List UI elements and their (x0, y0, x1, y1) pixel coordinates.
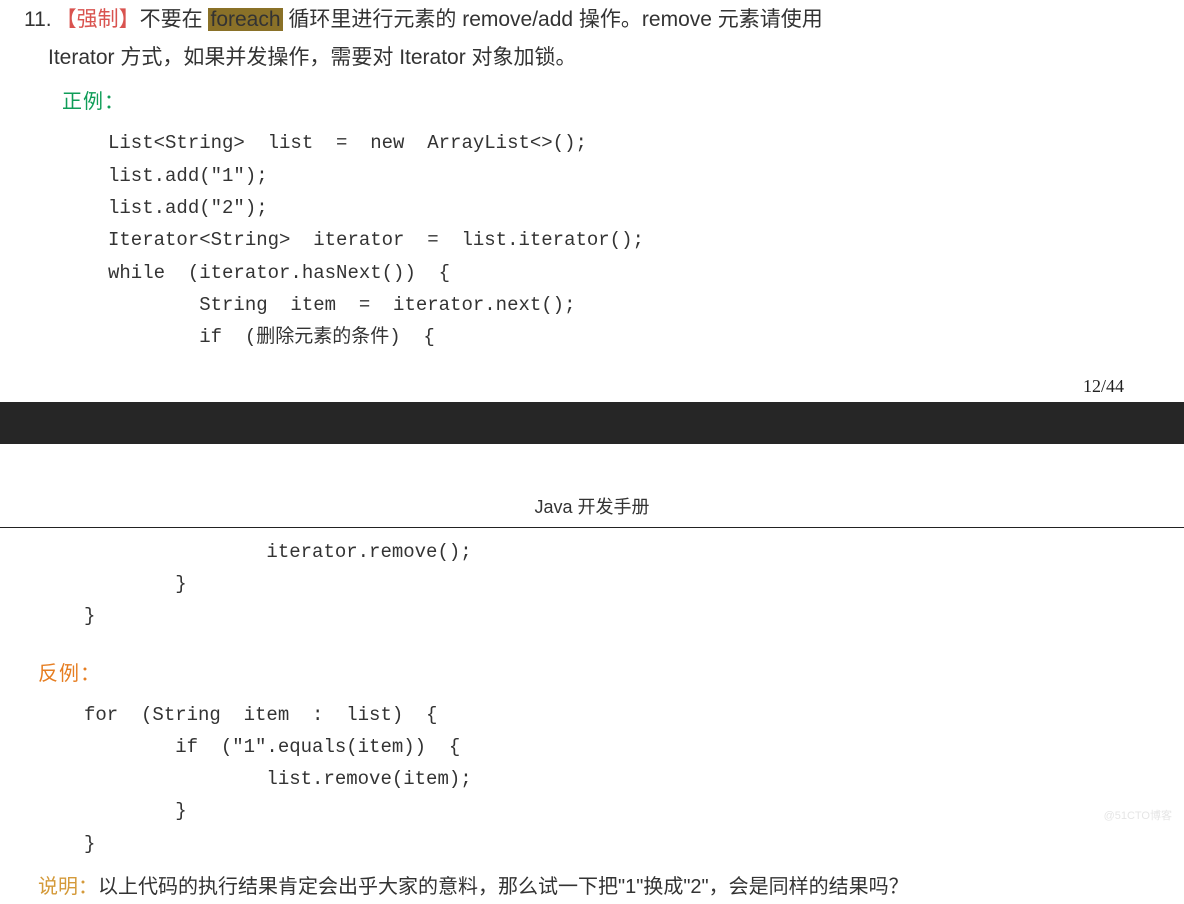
mandatory-tag: 【强制】 (56, 8, 140, 31)
spacer (0, 633, 1184, 657)
page-1-content: 11. 【强制】不要在 foreach 循环里进行元素的 remove/add … (0, 0, 1184, 363)
header-rule (0, 527, 1184, 528)
negative-code: for (String item : list) { if ("1".equal… (84, 699, 1184, 860)
explanation-line: 说明：以上代码的执行结果肯定会出乎大家的意料，那么试一下把"1"换成"2"，会是… (38, 870, 1184, 904)
rule-text-line1: 【强制】不要在 foreach 循环里进行元素的 remove/add 操作。r… (56, 2, 823, 38)
rule-text-after: 循环里进行元素的 remove/add 操作。remove 元素请使用 (283, 8, 823, 31)
page-separator-band (0, 402, 1184, 444)
negative-example-label: 反例： (38, 657, 1184, 691)
highlight-foreach: foreach (208, 8, 282, 31)
page-header-title: Java 开发手册 (0, 492, 1184, 523)
rule-text-line2: Iterator 方式，如果并发操作，需要对 Iterator 对象加锁。 (48, 40, 1160, 76)
positive-code-top: List<String> list = new ArrayList<>(); l… (108, 127, 1160, 353)
explanation-label: 说明： (38, 876, 98, 898)
positive-code-bottom: iterator.remove(); } } (84, 536, 1184, 633)
rule-header: 11. 【强制】不要在 foreach 循环里进行元素的 remove/add … (24, 2, 1160, 38)
rule-number: 11. (24, 2, 52, 38)
rule-text-before: 不要在 (140, 8, 209, 31)
page-number: 12/44 (0, 371, 1184, 402)
watermark: @51CTO博客 (1104, 807, 1172, 826)
positive-example-label: 正例： (62, 85, 1160, 119)
page-2-content: Java 开发手册 iterator.remove(); } } 反例： for… (0, 492, 1184, 904)
explanation-text: 以上代码的执行结果肯定会出乎大家的意料，那么试一下把"1"换成"2"，会是同样的… (98, 876, 909, 898)
